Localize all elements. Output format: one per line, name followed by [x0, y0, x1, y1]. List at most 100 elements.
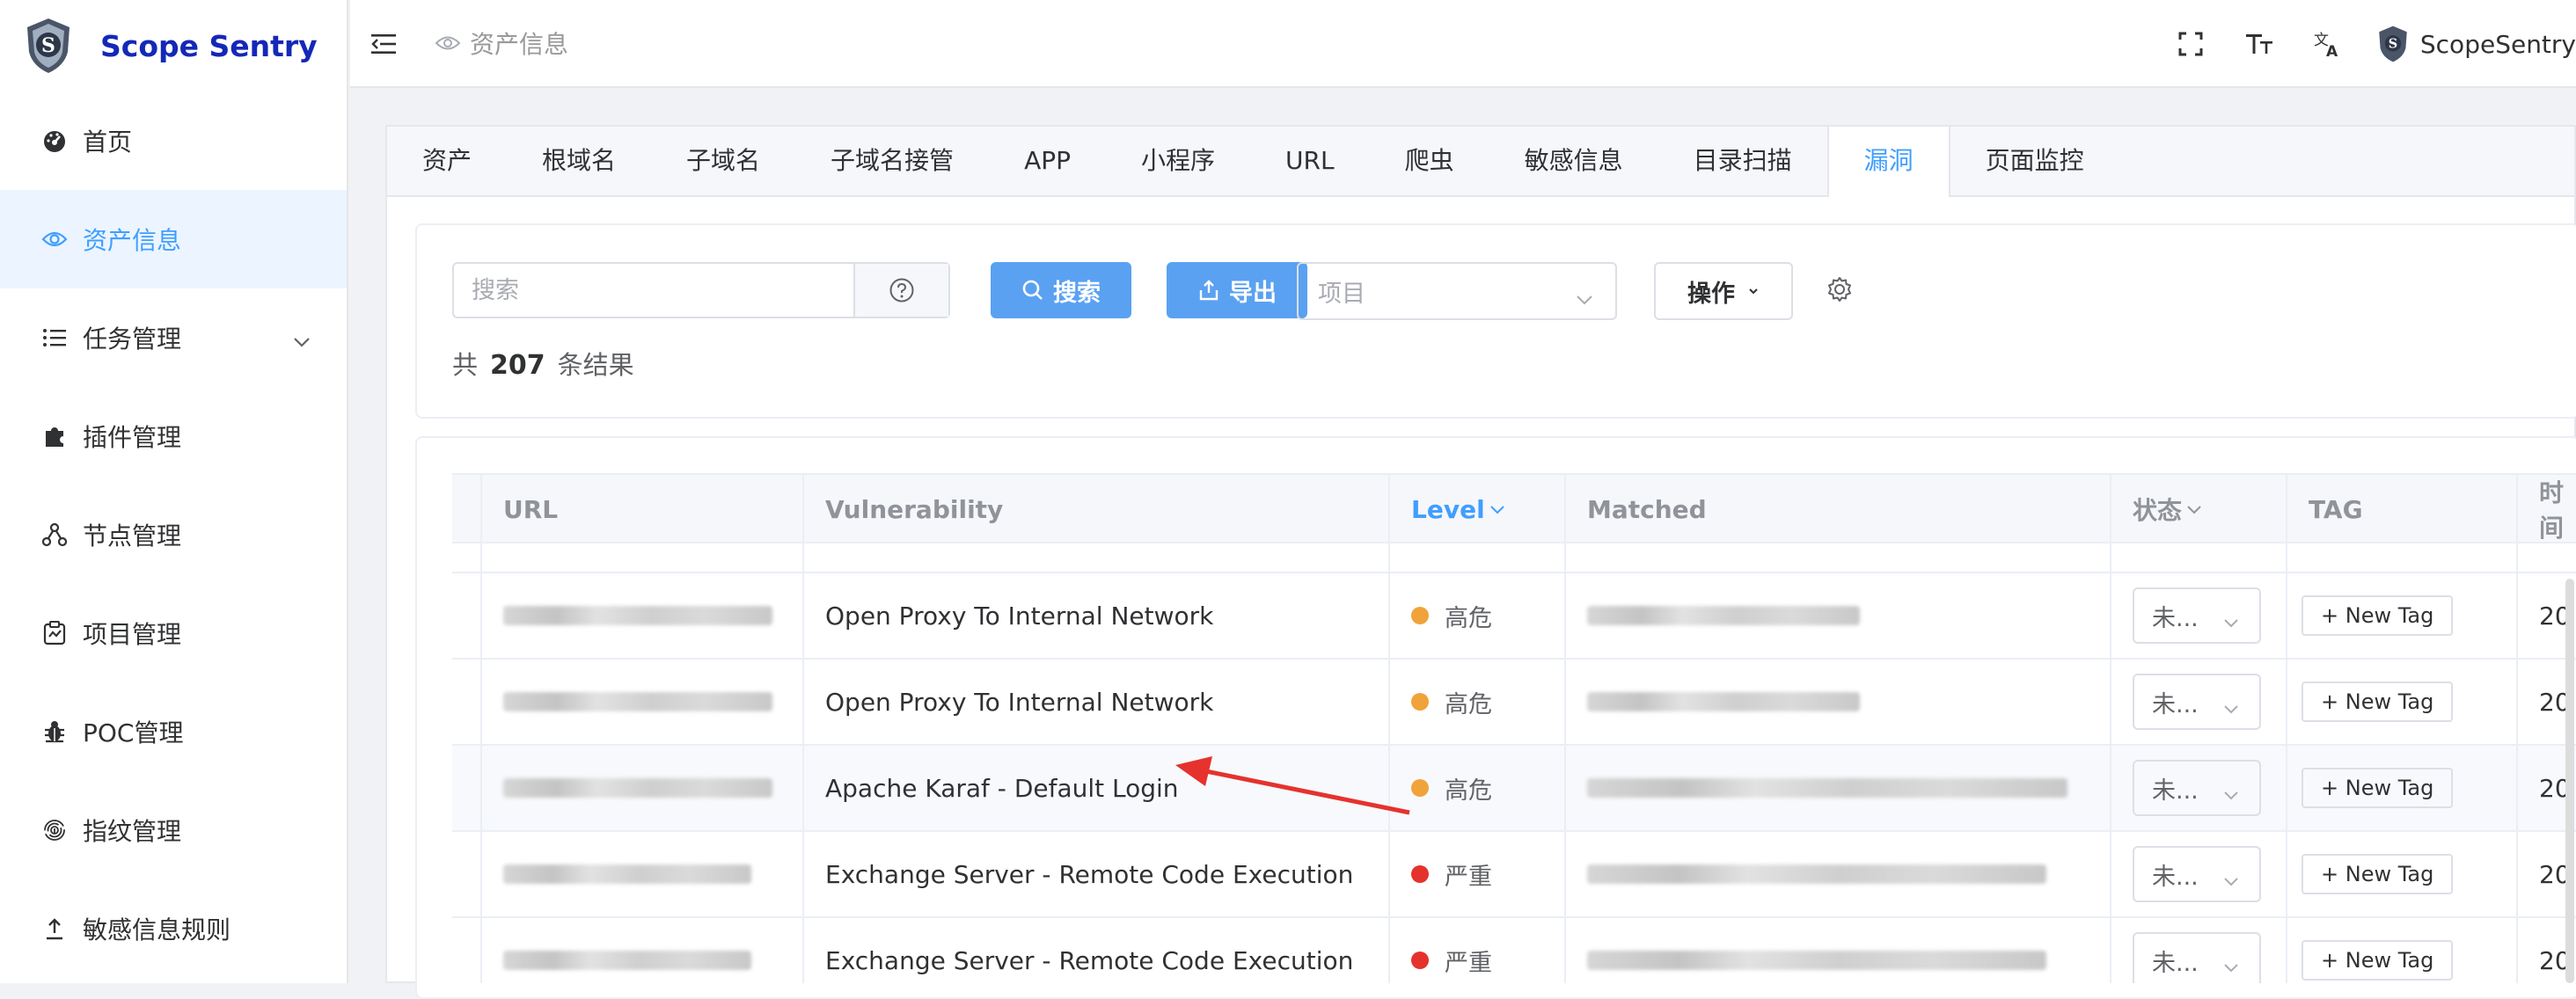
- new-tag-button[interactable]: + New Tag: [2302, 854, 2454, 894]
- status-cell: 未...: [2111, 918, 2287, 983]
- new-tag-button[interactable]: + New Tag: [2302, 768, 2454, 808]
- user-name: ScopeSentry: [2419, 29, 2576, 59]
- tag-cell: + New Tag: [2287, 746, 2518, 830]
- sidebar-item-home[interactable]: 首页: [0, 91, 347, 190]
- tab-app[interactable]: APP: [989, 127, 1106, 195]
- search-input[interactable]: [454, 264, 853, 317]
- chevron-down-icon[interactable]: [292, 325, 311, 354]
- operation-dropdown[interactable]: 操作: [1654, 262, 1793, 320]
- tab-crawler[interactable]: 爬虫: [1370, 127, 1489, 195]
- sidebar-item-tasks[interactable]: 任务管理: [0, 288, 347, 387]
- table-row[interactable]: Open Proxy To Internal Network 高危 未... +…: [452, 573, 2576, 660]
- column-status-label: 状态: [2133, 496, 2183, 525]
- row-cell: [2287, 543, 2518, 572]
- chevron-down-icon: [2222, 609, 2240, 636]
- tab-sensitive-info[interactable]: 敏感信息: [1489, 127, 1658, 195]
- sidebar-item-label: 资产信息: [83, 226, 182, 255]
- app-logo[interactable]: S Scope Sentry: [0, 0, 347, 91]
- total-prefix: 共: [452, 350, 479, 380]
- dashboard-icon: [39, 125, 70, 157]
- table-row[interactable]: Open Proxy To Internal Network 高危 未... +…: [452, 660, 2576, 746]
- svg-text:S: S: [41, 34, 55, 57]
- operation-label: 操作: [1687, 280, 1735, 308]
- status-select[interactable]: 未...: [2133, 846, 2261, 902]
- column-level[interactable]: Level: [1390, 475, 1566, 543]
- gear-icon[interactable]: [1826, 276, 1853, 306]
- sidebar-item-assets[interactable]: 资产信息: [0, 190, 347, 288]
- vulnerability-cell: Exchange Server - Remote Code Execution: [804, 918, 1390, 983]
- row-cell: [2111, 543, 2287, 572]
- tag-cell: + New Tag: [2287, 660, 2518, 744]
- new-tag-button[interactable]: + New Tag: [2302, 595, 2454, 636]
- breadcrumb: 资产信息: [435, 26, 568, 61]
- tab-dir-scan[interactable]: 目录扫描: [1658, 127, 1827, 195]
- collapse-menu-icon[interactable]: [370, 32, 398, 60]
- status-select[interactable]: 未...: [2133, 932, 2261, 983]
- bug-icon: [39, 716, 70, 747]
- status-select[interactable]: 未...: [2133, 587, 2261, 644]
- project-select-placeholder: 项目: [1318, 280, 1365, 308]
- row-cell: [804, 543, 1390, 572]
- user-menu[interactable]: S ScopeSentry: [2375, 25, 2576, 63]
- tab-vulnerability[interactable]: 漏洞: [1826, 127, 1950, 197]
- export-button[interactable]: 导出: [1167, 262, 1307, 318]
- status-cell: 未...: [2111, 660, 2287, 744]
- sidebar-item-poc[interactable]: POC管理: [0, 682, 347, 781]
- sidebar-item-label: 节点管理: [83, 521, 182, 551]
- table-row[interactable]: Apache Karaf - Default Login 高危 未... + N…: [452, 746, 2576, 832]
- sidebar-item-projects[interactable]: 项目管理: [0, 584, 347, 682]
- status-select[interactable]: 未...: [2133, 674, 2261, 730]
- search-button[interactable]: 搜索: [991, 262, 1131, 318]
- column-matched: Matched: [1566, 475, 2111, 543]
- row-cell: [452, 573, 482, 658]
- tab-assets[interactable]: 资产: [387, 127, 507, 195]
- tab-root-domain[interactable]: 根域名: [507, 127, 651, 195]
- upload-icon: [39, 913, 70, 944]
- tab-page-monitor[interactable]: 页面监控: [1950, 127, 2119, 195]
- url-cell-redacted: [482, 832, 804, 916]
- fullscreen-icon[interactable]: [2156, 31, 2225, 57]
- column-status[interactable]: 状态: [2111, 475, 2287, 543]
- level-cell: 高危: [1390, 746, 1566, 830]
- url-cell-redacted: [482, 918, 804, 983]
- eye-icon: [435, 33, 461, 53]
- filter-arrow-icon: [2187, 506, 2201, 514]
- table-row[interactable]: Exchange Server - Remote Code Execution …: [452, 918, 2576, 983]
- sidebar-item-label: 敏感信息规则: [83, 915, 231, 944]
- fingerprint-icon: [39, 814, 70, 846]
- asset-tabs: 资产 根域名 子域名 子域名接管 APP 小程序 URL 爬虫 敏感信息 目录扫…: [387, 127, 2574, 197]
- project-select[interactable]: 项目: [1297, 262, 1617, 320]
- status-value: 未...: [2152, 949, 2199, 977]
- table-header: URL Vulnerability Level Matched 状态 TAG 时…: [452, 473, 2576, 543]
- tab-subdomain-takeover[interactable]: 子域名接管: [795, 127, 989, 195]
- level-label: 高危: [1445, 690, 1492, 718]
- matched-cell-redacted: [1566, 573, 2111, 658]
- font-size-icon[interactable]: [2225, 32, 2294, 56]
- new-tag-button[interactable]: + New Tag: [2302, 682, 2454, 722]
- translate-icon[interactable]: 文A: [2294, 30, 2362, 58]
- row-cell: [452, 660, 482, 744]
- level-dot: [1411, 607, 1429, 624]
- asset-tabs-card: 资产 根域名 子域名 子域名接管 APP 小程序 URL 爬虫 敏感信息 目录扫…: [385, 125, 2576, 999]
- tab-mini-program[interactable]: 小程序: [1106, 127, 1250, 195]
- table-scrollbar[interactable]: [2565, 579, 2574, 983]
- matched-cell-redacted: [1566, 660, 2111, 744]
- tab-url[interactable]: URL: [1250, 127, 1370, 195]
- chevron-down-icon: [2222, 781, 2240, 808]
- sidebar-item-nodes[interactable]: 节点管理: [0, 485, 347, 584]
- sidebar-item-sensitive-rules[interactable]: 敏感信息规则: [0, 879, 347, 978]
- status-select[interactable]: 未...: [2133, 760, 2261, 816]
- row-cell: [452, 918, 482, 983]
- svg-text:A: A: [2326, 43, 2338, 58]
- level-cell: 高危: [1390, 573, 1566, 658]
- level-cell: 严重: [1390, 832, 1566, 916]
- help-icon[interactable]: [853, 264, 948, 317]
- tab-subdomain[interactable]: 子域名: [651, 127, 795, 195]
- sidebar-item-label: 指纹管理: [83, 817, 182, 846]
- new-tag-button[interactable]: + New Tag: [2302, 940, 2454, 981]
- table-row[interactable]: Exchange Server - Remote Code Execution …: [452, 832, 2576, 918]
- sidebar-item-plugins[interactable]: 插件管理: [0, 387, 347, 485]
- status-value: 未...: [2152, 777, 2199, 805]
- sidebar-item-fingerprint[interactable]: 指纹管理: [0, 781, 347, 879]
- vulnerability-cell: Open Proxy To Internal Network: [804, 573, 1390, 658]
